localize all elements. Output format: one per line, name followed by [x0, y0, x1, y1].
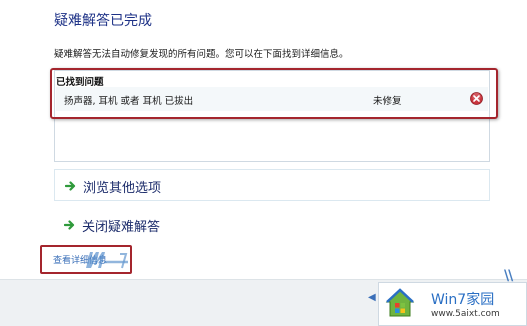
problem-status: 未修复: [373, 96, 402, 107]
description-text: 疑难解答无法自动修复发现的所有问题。您可以在下面找到详细信息。: [54, 49, 349, 60]
error-icon: [470, 92, 483, 105]
win7-site-url: www.5aixt.com: [431, 309, 500, 319]
view-details-link[interactable]: 查看详细信息: [53, 253, 107, 266]
back-arrow-icon: ◀: [368, 292, 376, 303]
problem-row[interactable]: 扬声器, 耳机 或者 耳机 已拔出 未修复: [56, 87, 488, 111]
problems-header: 已找到问题: [56, 77, 104, 88]
browse-options-link[interactable]: 浏览其他选项: [54, 169, 490, 201]
close-troubleshooter-link[interactable]: 关闭疑难解答: [54, 209, 490, 241]
browse-options-label: 浏览其他选项: [83, 181, 162, 196]
close-troubleshooter-label: 关闭疑难解答: [82, 220, 161, 235]
page-title: 疑难解答已完成: [54, 13, 152, 29]
problems-panel: [54, 70, 490, 162]
green-arrow-icon: [65, 181, 76, 191]
green-arrow-icon: [64, 220, 75, 230]
win7-watermark-badge: Win7家园 www.5aixt.com: [378, 282, 527, 326]
win7-site-title: Win7家园: [431, 292, 495, 308]
problem-name: 扬声器, 耳机 或者 耳机 已拔出: [64, 96, 194, 107]
watermark-edge-mark: \\: [504, 268, 513, 284]
house-logo-icon: [385, 288, 415, 317]
